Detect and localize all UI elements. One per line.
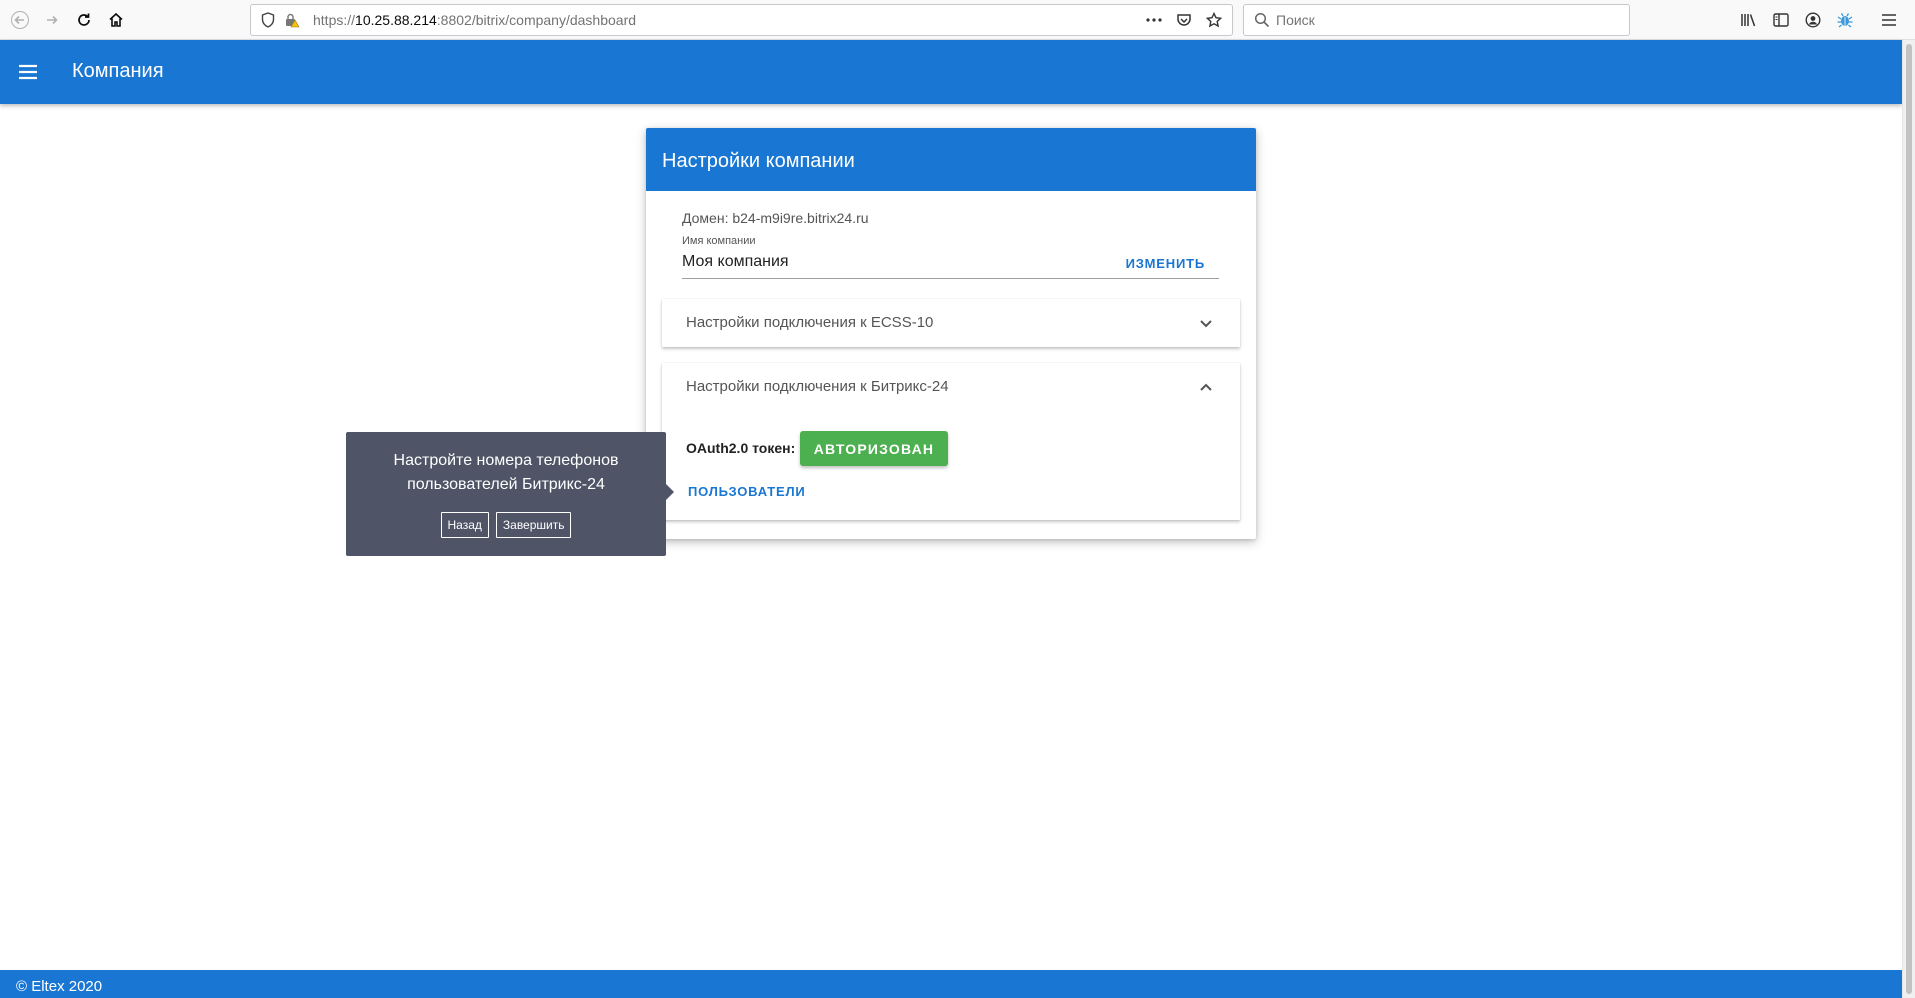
- change-button[interactable]: ИЗМЕНИТЬ: [1126, 256, 1205, 271]
- extension-icon[interactable]: [1831, 6, 1859, 34]
- search-icon: [1254, 12, 1270, 28]
- home-icon: [109, 12, 123, 27]
- url-bar[interactable]: https://10.25.88.214:8802/bitrix/company…: [250, 4, 1233, 36]
- page-title: Компания: [72, 60, 164, 82]
- domain-text: Домен: b24-m9i9re.bitrix24.ru: [682, 210, 869, 226]
- company-settings-card: Настройки компании Домен: b24-m9i9re.bit…: [646, 128, 1256, 539]
- tooltip-arrow: [666, 484, 674, 500]
- forward-button[interactable]: [38, 6, 66, 34]
- tooltip-line: пользователей Битрикс-24: [407, 476, 605, 493]
- search-input[interactable]: [1276, 12, 1616, 28]
- vertical-scrollbar[interactable]: [1902, 40, 1915, 998]
- bitrix-settings-panel: Настройки подключения к Битрикс-24 OAuth…: [662, 363, 1240, 520]
- tooltip-line: Настройте номера телефонов: [393, 452, 619, 469]
- footer: © Eltex 2020: [0, 970, 1902, 998]
- card-title: Настройки компании: [662, 150, 855, 172]
- chevron-down-icon[interactable]: [1198, 315, 1214, 331]
- card-header: Настройки компании: [646, 128, 1256, 191]
- hamburger-icon: [19, 64, 37, 80]
- oauth-token-label: OAuth2.0 токен:: [686, 440, 796, 456]
- browser-toolbar: https://10.25.88.214:8802/bitrix/company…: [0, 0, 1915, 40]
- finish-button[interactable]: Завершить: [495, 512, 572, 538]
- tour-tooltip: Настройте номера телефонов пользователей…: [346, 432, 674, 556]
- search-bar[interactable]: [1243, 4, 1630, 36]
- account-icon[interactable]: [1799, 6, 1827, 34]
- menu-icon[interactable]: [1875, 6, 1903, 34]
- tooltip-text: Настройте номера телефонов пользователей…: [346, 449, 666, 497]
- hamburger-menu-button[interactable]: [12, 56, 44, 88]
- pocket-icon[interactable]: [1172, 8, 1196, 32]
- users-button[interactable]: ПОЛЬЗОВАТЕЛИ: [688, 484, 806, 499]
- company-name-field: Моя компания ИЗМЕНИТЬ: [682, 249, 1219, 279]
- app-bar: Компания: [0, 40, 1902, 104]
- library-icon[interactable]: [1735, 6, 1763, 34]
- back-icon: [11, 11, 29, 29]
- authorized-button[interactable]: АВТОРИЗОВАН: [800, 431, 948, 466]
- panel-title[interactable]: Настройки подключения к Битрикс-24: [686, 378, 949, 395]
- ecss-settings-panel[interactable]: Настройки подключения к ECSS-10: [662, 299, 1240, 347]
- chevron-up-icon[interactable]: [1198, 379, 1214, 395]
- sidebar-icon[interactable]: [1767, 6, 1795, 34]
- forward-icon: [47, 15, 58, 25]
- scrollbar-thumb[interactable]: [1906, 44, 1912, 994]
- home-button[interactable]: [102, 6, 130, 34]
- back-button[interactable]: [6, 6, 34, 34]
- reload-icon: [78, 13, 90, 26]
- copyright-text: © Eltex 2020: [16, 978, 103, 995]
- shield-icon[interactable]: [259, 11, 277, 29]
- url-text[interactable]: https://10.25.88.214:8802/bitrix/company…: [313, 12, 636, 28]
- reload-button[interactable]: [70, 6, 98, 34]
- lock-warning-icon[interactable]: [283, 11, 301, 29]
- back-button[interactable]: Назад: [440, 512, 489, 538]
- panel-title[interactable]: Настройки подключения к ECSS-10: [686, 314, 933, 331]
- bookmark-star-icon[interactable]: [1202, 8, 1226, 32]
- company-name-label: Имя компании: [682, 235, 756, 247]
- more-icon[interactable]: [1142, 8, 1166, 32]
- company-name-value: Моя компания: [682, 253, 789, 270]
